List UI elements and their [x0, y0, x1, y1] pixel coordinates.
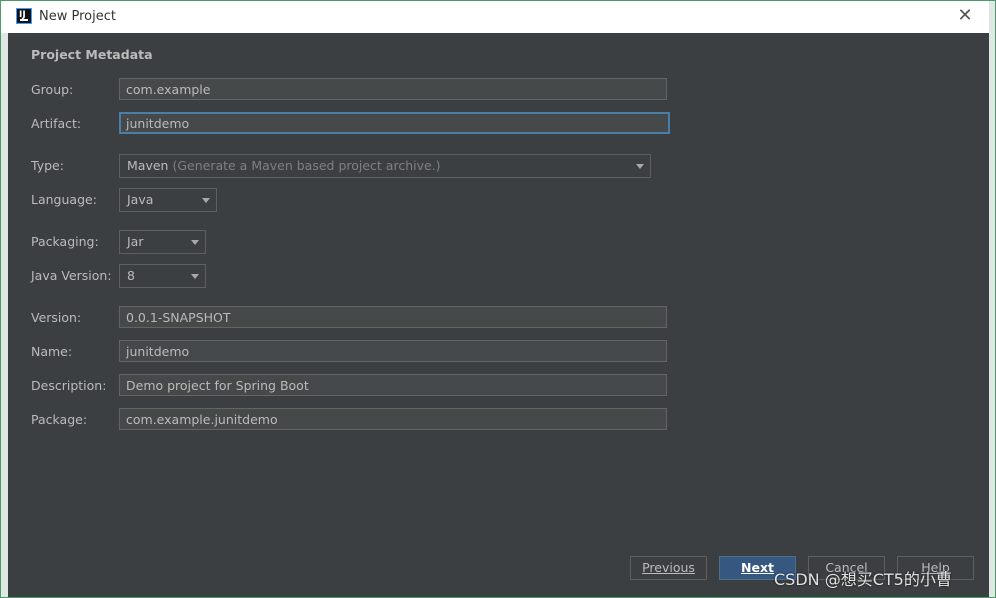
- name-label: Name:: [31, 344, 73, 359]
- packaging-label: Packaging:: [31, 234, 99, 249]
- java-version-label: Java Version:: [31, 268, 112, 283]
- artifact-field[interactable]: junitdemo: [119, 112, 670, 134]
- java-version-value: 8: [127, 268, 135, 283]
- window-title: New Project: [39, 9, 116, 24]
- package-label: Package:: [31, 412, 88, 427]
- title-bar: IJ New Project ✕: [1, 1, 995, 33]
- description-field[interactable]: Demo project for Spring Boot: [119, 374, 667, 396]
- previous-button-label: Previous: [642, 560, 695, 575]
- intellij-app-icon: IJ: [16, 8, 32, 24]
- language-select[interactable]: Java: [119, 188, 217, 212]
- group-field[interactable]: com.example: [119, 78, 667, 100]
- name-field[interactable]: junitdemo: [119, 340, 667, 362]
- section-title: Project Metadata: [31, 47, 153, 62]
- type-hint: (Generate a Maven based project archive.…: [172, 158, 441, 173]
- chevron-down-icon: [191, 274, 199, 279]
- version-field[interactable]: 0.0.1-SNAPSHOT: [119, 306, 667, 328]
- csdn-watermark: CSDN @想买CT5的小曹: [774, 570, 952, 589]
- packaging-select[interactable]: Jar: [119, 230, 206, 254]
- chevron-down-icon: [202, 198, 210, 203]
- previous-button[interactable]: Previous: [630, 556, 707, 580]
- java-version-select[interactable]: 8: [119, 264, 206, 288]
- type-label: Type:: [31, 158, 64, 173]
- version-label: Version:: [31, 310, 82, 325]
- chevron-down-icon: [636, 164, 644, 169]
- type-select[interactable]: Maven (Generate a Maven based project ar…: [119, 154, 651, 178]
- type-value: Maven: [127, 158, 169, 173]
- dialog-content: Project Metadata Group: com.example Arti…: [8, 33, 990, 592]
- next-button-label: Next: [741, 560, 774, 575]
- packaging-value: Jar: [127, 234, 144, 249]
- artifact-label: Artifact:: [31, 116, 82, 131]
- chevron-down-icon: [191, 240, 199, 245]
- language-label: Language:: [31, 192, 97, 207]
- group-label: Group:: [31, 82, 74, 97]
- close-icon[interactable]: ✕: [956, 6, 974, 26]
- description-label: Description:: [31, 378, 107, 393]
- language-value: Java: [127, 192, 154, 207]
- dialog-window: IJ New Project ✕ Project Metadata Group:…: [0, 0, 996, 598]
- package-field[interactable]: com.example.junitdemo: [119, 408, 667, 430]
